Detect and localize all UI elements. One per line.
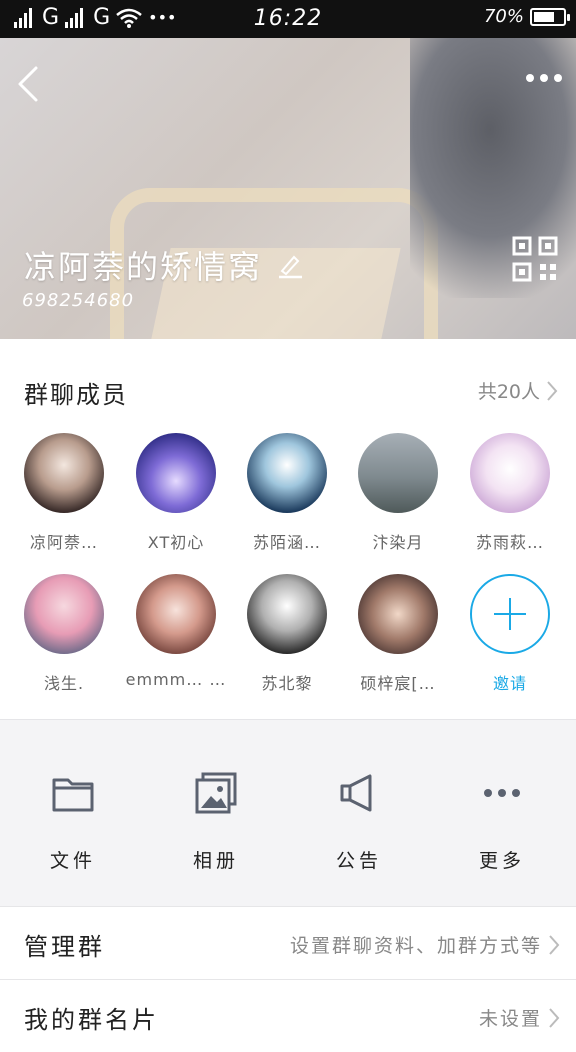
member-avatar	[24, 433, 104, 513]
row-value-wrap: 设置群聊资料、加群方式等	[290, 931, 560, 958]
status-bar: G G ••• 16:22 70%	[0, 0, 576, 38]
member-item[interactable]: emmm… …	[121, 574, 231, 689]
more-icon	[484, 789, 520, 797]
action-announcement[interactable]: 公告	[287, 770, 431, 873]
member-avatar	[358, 574, 438, 654]
member-item[interactable]: 硕梓宸[…	[343, 574, 453, 694]
member-avatar	[247, 574, 327, 654]
group-name: 凉阿萘的矫情窝	[24, 242, 304, 288]
row-label: 管理群	[24, 933, 105, 961]
members-title: 群聊成员	[24, 381, 128, 409]
section-divider	[0, 890, 576, 906]
battery-fill	[534, 11, 554, 22]
dot	[540, 74, 548, 82]
dot	[526, 74, 534, 82]
member-avatar	[136, 433, 216, 513]
dot	[554, 74, 562, 82]
member-name: 浅生.	[43, 674, 85, 693]
group-name-text: 凉阿萘的矫情窝	[24, 248, 263, 286]
member-name: 汴染月	[372, 533, 424, 552]
photo-album-icon	[195, 772, 237, 814]
member-avatar	[247, 433, 327, 513]
member-item[interactable]: 苏雨萩…	[455, 433, 565, 553]
folder-icon	[52, 778, 94, 812]
actions-panel: 文件 相册 公告 更多	[0, 719, 576, 891]
invite-button[interactable]: 邀请	[455, 574, 565, 694]
manage-group-row[interactable]: 管理群 设置群聊资料、加群方式等	[0, 906, 576, 979]
member-item[interactable]: 汴染月	[343, 433, 453, 553]
edit-icon[interactable]	[276, 251, 304, 279]
chevron-right-icon	[549, 934, 560, 955]
members-count: 共20人	[477, 381, 540, 403]
chevron-right-icon	[547, 380, 558, 401]
row-value: 设置群聊资料、加群方式等	[289, 935, 542, 957]
action-label: 更多	[478, 850, 525, 872]
row-value-wrap: 未设置	[479, 1004, 560, 1031]
member-item[interactable]: 浅生.	[9, 574, 119, 694]
member-item[interactable]: 苏北黎	[232, 574, 342, 694]
member-name: 苏雨萩…	[475, 533, 544, 552]
back-icon[interactable]	[14, 64, 44, 104]
member-avatar	[470, 433, 550, 513]
action-label: 相册	[192, 850, 239, 872]
status-right: 70%	[483, 6, 570, 27]
action-label: 公告	[335, 850, 382, 872]
more-options-button[interactable]	[526, 74, 562, 82]
action-more[interactable]: 更多	[430, 770, 574, 873]
member-avatar	[136, 574, 216, 654]
action-label: 文件	[49, 850, 96, 872]
group-header: 凉阿萘的矫情窝 698254680	[0, 38, 576, 339]
member-name: 硕梓宸[…	[360, 674, 436, 693]
add-icon	[470, 574, 550, 654]
member-name: 凉阿萘…	[29, 533, 98, 552]
action-files[interactable]: 文件	[1, 770, 145, 873]
my-group-card-row[interactable]: 我的群名片 未设置	[0, 979, 576, 1052]
member-item[interactable]: XT初心	[121, 433, 231, 553]
members-section: 群聊成员 共20人 凉阿萘… XT初心 苏陌涵… 汴染月 苏雨萩… 浅生. em…	[0, 339, 576, 719]
battery-icon	[530, 7, 570, 26]
member-name: 苏北黎	[261, 674, 313, 693]
row-label: 我的群名片	[24, 1006, 159, 1034]
member-avatar	[358, 433, 438, 513]
group-id: 698254680	[22, 290, 135, 311]
chevron-right-icon	[549, 1007, 560, 1028]
battery-percent: 70%	[483, 6, 524, 27]
members-count-link[interactable]: 共20人	[478, 377, 558, 404]
action-album[interactable]: 相册	[144, 770, 288, 873]
member-name: 苏陌涵…	[252, 533, 321, 552]
member-avatar	[24, 574, 104, 654]
invite-label: 邀请	[492, 674, 527, 693]
qr-code-icon[interactable]	[512, 236, 558, 282]
member-item[interactable]: 凉阿萘…	[9, 433, 119, 553]
row-value: 未设置	[478, 1008, 542, 1030]
member-name: emmm… …	[125, 670, 227, 689]
member-name: XT初心	[147, 533, 205, 552]
member-item[interactable]: 苏陌涵…	[232, 433, 342, 553]
megaphone-icon	[340, 774, 372, 812]
